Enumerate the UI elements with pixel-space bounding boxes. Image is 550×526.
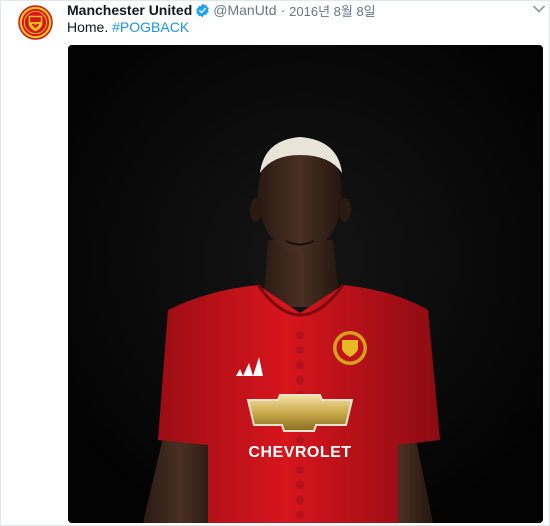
author-name[interactable]: Manchester United [67,2,192,18]
club-crest-icon [18,5,53,40]
tweet-card: Manchester United @ManUtd · 2016년 8월 8일 … [0,0,550,526]
verified-badge-icon [195,3,210,18]
tweet-header: Manchester United @ManUtd · 2016년 8월 8일 [67,1,376,19]
sponsor-bowtie-icon [246,394,354,432]
avatar[interactable] [17,4,54,41]
tweet-text: Home. #POGBACK [67,18,189,36]
tweet-photo[interactable]: CHEVROLET [68,45,543,523]
player-photo: CHEVROLET [68,45,543,523]
separator: · [280,2,286,18]
tweet-timestamp[interactable]: 2016년 8월 8일 [289,1,375,20]
club-crest-icon [333,331,367,365]
author-handle[interactable]: @ManUtd [213,2,276,18]
hashtag-link[interactable]: #POGBACK [112,19,189,35]
shirt-sponsor-text: CHEVROLET [248,444,351,461]
tweet-body: Home. [67,19,109,35]
chevron-down-icon[interactable] [533,1,545,13]
